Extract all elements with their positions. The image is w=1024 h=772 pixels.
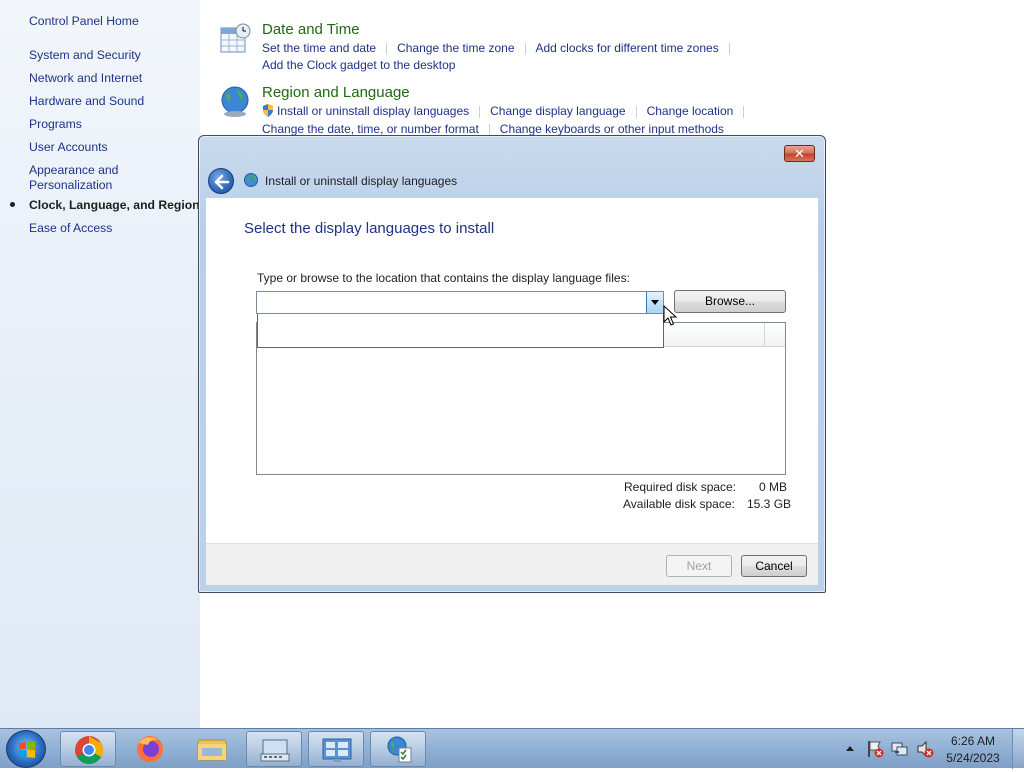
change-date-time-format-link[interactable]: Change the date, time, or number format (262, 122, 479, 136)
chevron-down-icon (651, 300, 659, 305)
action-center-flag-icon[interactable] (866, 740, 884, 758)
control-panel-home-link[interactable]: Control Panel Home (29, 14, 139, 28)
nav-clock-language-region[interactable]: Clock, Language, and Region (29, 198, 200, 212)
date-time-links-row1: Set the time and date Change the time zon… (262, 41, 740, 55)
combobox-dropdown-button[interactable] (646, 292, 663, 313)
region-language-icon[interactable] (218, 84, 252, 118)
nav-system-security[interactable]: System and Security (29, 48, 141, 62)
combobox-dropdown-list[interactable] (257, 314, 664, 348)
network-icon[interactable] (891, 740, 909, 758)
nav-ease-of-access[interactable]: Ease of Access (29, 221, 112, 235)
path-label: Type or browse to the location that cont… (257, 271, 630, 285)
nav-hardware-sound[interactable]: Hardware and Sound (29, 94, 144, 108)
install-display-languages-dialog: ✕ Install or uninstall display languages… (198, 135, 826, 593)
windows-logo-icon (19, 741, 35, 758)
column-divider (764, 323, 765, 347)
chrome-icon (75, 736, 103, 764)
region-language-links-row1: Install or uninstall display languages Ch… (262, 104, 754, 118)
mouse-cursor-icon (663, 305, 677, 326)
change-time-zone-link[interactable]: Change the time zone (397, 41, 514, 55)
firefox-icon (137, 736, 163, 762)
region-language-links-row2: Change the date, time, or number format C… (262, 122, 724, 136)
taskbar-control-panel[interactable] (308, 731, 364, 767)
clock-date[interactable]: 5/24/2023 (943, 751, 1003, 765)
path-combobox[interactable] (256, 291, 664, 314)
dialog-footer: Next Cancel (206, 543, 818, 585)
date-time-title[interactable]: Date and Time (262, 21, 360, 38)
clock-time[interactable]: 6:26 AM (943, 734, 1003, 748)
link-separator (743, 105, 745, 118)
taskbar-file-explorer[interactable] (184, 731, 240, 767)
file-explorer-icon (197, 739, 227, 761)
close-button[interactable]: ✕ (784, 145, 815, 162)
taskbar-chrome[interactable] (60, 731, 116, 767)
add-clock-gadget-link[interactable]: Add the Clock gadget to the desktop (262, 58, 455, 72)
taskbar-firefox[interactable] (122, 731, 178, 767)
dialog-title: Install or uninstall display languages (265, 174, 458, 188)
nav-user-accounts[interactable]: User Accounts (29, 140, 108, 154)
change-keyboards-link[interactable]: Change keyboards or other input methods (500, 122, 724, 136)
date-time-links-row2: Add the Clock gadget to the desktop (262, 58, 455, 72)
taskbar-region-language[interactable] (370, 731, 426, 767)
show-hidden-icons-button[interactable] (845, 744, 855, 752)
cancel-button[interactable]: Cancel (741, 555, 807, 577)
keyboard-settings-icon (260, 739, 290, 762)
add-clocks-link[interactable]: Add clocks for different time zones (536, 41, 719, 55)
left-navigation-pane: Control Panel Home System and Security N… (0, 0, 200, 728)
required-disk-space-label: Required disk space: (624, 480, 737, 494)
uac-shield-icon (263, 104, 273, 117)
nav-network-internet[interactable]: Network and Internet (29, 71, 142, 85)
current-item-bullet (10, 202, 15, 207)
change-display-language-link[interactable]: Change display language (490, 104, 625, 118)
link-separator (386, 42, 388, 55)
taskbar-keyboard-settings[interactable] (246, 731, 302, 767)
set-time-date-link[interactable]: Set the time and date (262, 41, 376, 55)
region-language-icon (387, 736, 412, 763)
next-button[interactable]: Next (666, 555, 732, 577)
link-separator (635, 105, 637, 118)
required-disk-space-value: 0 MB (759, 480, 788, 494)
globe-icon (244, 173, 258, 187)
install-uninstall-display-languages-link[interactable]: Install or uninstall display languages (277, 104, 469, 118)
start-button[interactable] (6, 730, 46, 768)
available-disk-space-value: 15.3 GB (747, 497, 792, 511)
taskbar: 6:26 AM 5/24/2023 (0, 728, 1024, 769)
volume-muted-icon[interactable] (916, 740, 934, 758)
link-separator (728, 42, 730, 55)
browse-button[interactable]: Browse... (674, 290, 786, 313)
region-language-title[interactable]: Region and Language (262, 84, 410, 101)
link-separator (524, 42, 526, 55)
link-separator (479, 105, 481, 118)
back-button[interactable] (208, 168, 234, 194)
dialog-heading: Select the display languages to install (244, 220, 495, 237)
dialog-content: Select the display languages to install … (206, 198, 818, 543)
available-disk-space-label: Available disk space: (623, 497, 735, 511)
show-desktop-button[interactable] (1012, 729, 1024, 769)
nav-appearance-personalization[interactable]: Appearance and Personalization (29, 163, 118, 193)
nav-programs[interactable]: Programs (29, 117, 82, 131)
date-time-icon[interactable] (218, 22, 252, 56)
back-arrow-icon (214, 174, 230, 190)
change-location-link[interactable]: Change location (647, 104, 734, 118)
control-panel-icon (322, 738, 352, 762)
